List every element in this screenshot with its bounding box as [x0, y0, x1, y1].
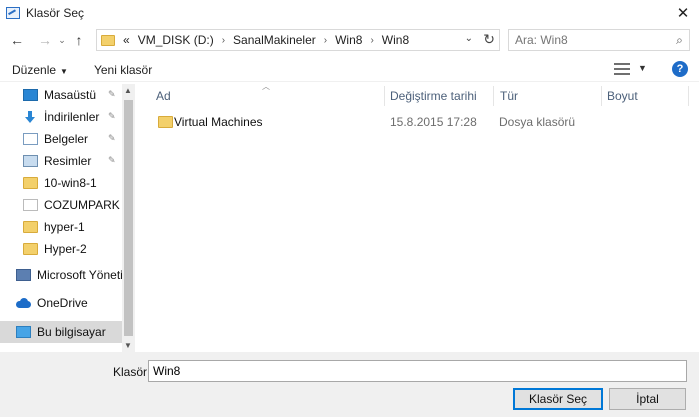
recent-locations-chevron-icon[interactable]: ⌄ — [56, 29, 68, 51]
back-button[interactable]: ← — [6, 29, 28, 51]
breadcrumb-separator-icon[interactable]: › — [370, 35, 373, 46]
navigation-bar: ← → ⌄ ↑ « VM_DISK (D:) › SanalMakineler … — [0, 26, 699, 54]
search-icon[interactable]: ⌕ — [670, 33, 689, 48]
row-type: Dosya klasörü — [499, 115, 576, 129]
sidebar-item-label: Belgeler — [44, 132, 89, 146]
column-divider[interactable] — [384, 86, 385, 106]
close-button[interactable]: ✕ — [673, 3, 693, 23]
organize-button[interactable]: Düzenle ▼ — [12, 63, 68, 77]
folder-icon — [23, 243, 38, 255]
sidebar-item-label: Bu bilgisayar — [37, 325, 106, 339]
documents-icon — [23, 133, 38, 145]
sidebar-item-label: Masaüstü — [44, 88, 97, 102]
sidebar-item-documents[interactable]: Belgeler ✎ — [0, 128, 122, 150]
breadcrumb-win8-current[interactable]: Win8 — [382, 33, 409, 47]
view-options-icon[interactable] — [614, 63, 630, 75]
sidebar-item-hyper-1[interactable]: hyper-1 — [0, 216, 122, 238]
cloud-icon — [16, 298, 31, 308]
address-bar[interactable]: « VM_DISK (D:) › SanalMakineler › Win8 ›… — [96, 29, 500, 51]
column-divider[interactable] — [493, 86, 494, 106]
pin-icon: ✎ — [108, 111, 116, 121]
sidebar-item-pictures[interactable]: Resimler ✎ — [0, 150, 122, 172]
sidebar-item-label: 10-win8-1 — [44, 176, 97, 190]
sort-ascending-icon: ︿ — [262, 82, 270, 91]
up-button[interactable]: ↑ — [68, 29, 90, 51]
folder-icon — [158, 116, 173, 128]
navigation-scrollbar[interactable]: ▲ ▼ — [122, 84, 135, 352]
help-icon[interactable]: ? — [672, 61, 688, 77]
pin-icon: ✎ — [108, 133, 116, 143]
scroll-up-icon[interactable]: ▲ — [124, 86, 132, 95]
sidebar-item-label: Hyper-2 — [44, 242, 87, 256]
file-icon — [23, 199, 38, 211]
pin-icon: ✎ — [108, 89, 116, 99]
pictures-icon — [23, 155, 38, 167]
breadcrumb-drive[interactable]: VM_DISK (D:) — [138, 33, 214, 47]
breadcrumb-separator-icon[interactable]: › — [324, 35, 327, 46]
sidebar-item-cozumpark[interactable]: COZUMPARK YA — [0, 194, 122, 216]
sidebar-item-desktop[interactable]: Masaüstü ✎ — [0, 84, 122, 106]
column-divider[interactable] — [688, 86, 689, 106]
sidebar-item-10-win8-1[interactable]: 10-win8-1 — [0, 172, 122, 194]
app-icon — [16, 269, 31, 281]
search-input[interactable] — [515, 33, 670, 47]
new-folder-button[interactable]: Yeni klasör — [94, 63, 152, 77]
row-name: Virtual Machines — [174, 115, 263, 129]
sidebar-item-onedrive[interactable]: OneDrive — [0, 292, 122, 314]
folder-icon — [23, 177, 38, 189]
pin-icon: ✎ — [108, 155, 116, 165]
organize-label: Düzenle — [12, 62, 57, 77]
folder-icon — [101, 34, 115, 46]
select-folder-button[interactable]: Klasör Seç — [513, 388, 603, 410]
caret-down-icon: ▼ — [60, 66, 68, 76]
forward-button[interactable]: → — [34, 29, 56, 51]
navigation-pane: Masaüstü ✎ İndirilenler ✎ Belgeler ✎ Res… — [0, 84, 134, 352]
sidebar-item-label: COZUMPARK YA — [44, 198, 122, 212]
computer-icon — [16, 326, 31, 338]
breadcrumb-sanalmakineler[interactable]: SanalMakineler — [233, 33, 316, 47]
sidebar-item-label: Microsoft Yönetin — [37, 268, 122, 282]
command-toolbar: Düzenle ▼ Yeni klasör ▼ ? — [0, 58, 699, 82]
sidebar-item-microsoft[interactable]: Microsoft Yönetin — [0, 264, 122, 286]
column-header-modified[interactable]: Değiştirme tarihi — [390, 84, 477, 108]
breadcrumb-separator-icon[interactable]: › — [222, 35, 225, 46]
window-title: Klasör Seç — [26, 6, 85, 20]
breadcrumb-overflow[interactable]: « — [123, 33, 130, 47]
app-icon — [6, 7, 20, 19]
column-header-type[interactable]: Tür — [500, 84, 518, 108]
download-icon — [23, 111, 38, 123]
column-divider[interactable] — [601, 86, 602, 106]
folder-field-label: Klasör: — [113, 365, 151, 379]
folder-icon — [23, 221, 38, 233]
address-dropdown-chevron-icon[interactable]: ⌄ — [465, 33, 473, 44]
title-bar: Klasör Seç ✕ — [0, 0, 699, 26]
scroll-down-icon[interactable]: ▼ — [124, 341, 132, 350]
column-header-name[interactable]: Ad — [156, 84, 171, 108]
breadcrumb-win8-parent[interactable]: Win8 — [335, 33, 362, 47]
sidebar-item-this-pc[interactable]: Bu bilgisayar — [0, 321, 122, 343]
dialog-footer: Klasör: Klasör Seç İptal — [0, 352, 699, 417]
sidebar-item-label: Resimler — [44, 154, 92, 168]
cancel-button[interactable]: İptal — [609, 388, 686, 410]
sidebar-item-label: OneDrive — [37, 296, 88, 310]
column-header-size[interactable]: Boyut — [607, 84, 638, 108]
refresh-icon[interactable]: ↻ — [483, 31, 495, 48]
sidebar-item-hyper-2[interactable]: Hyper-2 — [0, 238, 122, 260]
folder-input[interactable] — [148, 360, 687, 382]
row-modified: 15.8.2015 17:28 — [390, 115, 477, 129]
desktop-icon — [23, 89, 38, 101]
table-row[interactable]: Virtual Machines 15.8.2015 17:28 Dosya k… — [150, 111, 695, 133]
file-list: ︿ Ad Değiştirme tarihi Tür Boyut Virtual… — [140, 82, 699, 352]
search-box[interactable]: ⌕ — [508, 29, 690, 51]
view-caret-down-icon[interactable]: ▼ — [638, 63, 647, 73]
scrollbar-thumb[interactable] — [124, 100, 133, 336]
sidebar-item-label: İndirilenler — [44, 110, 100, 124]
sidebar-item-downloads[interactable]: İndirilenler ✎ — [0, 106, 122, 128]
sidebar-item-label: hyper-1 — [44, 220, 85, 234]
